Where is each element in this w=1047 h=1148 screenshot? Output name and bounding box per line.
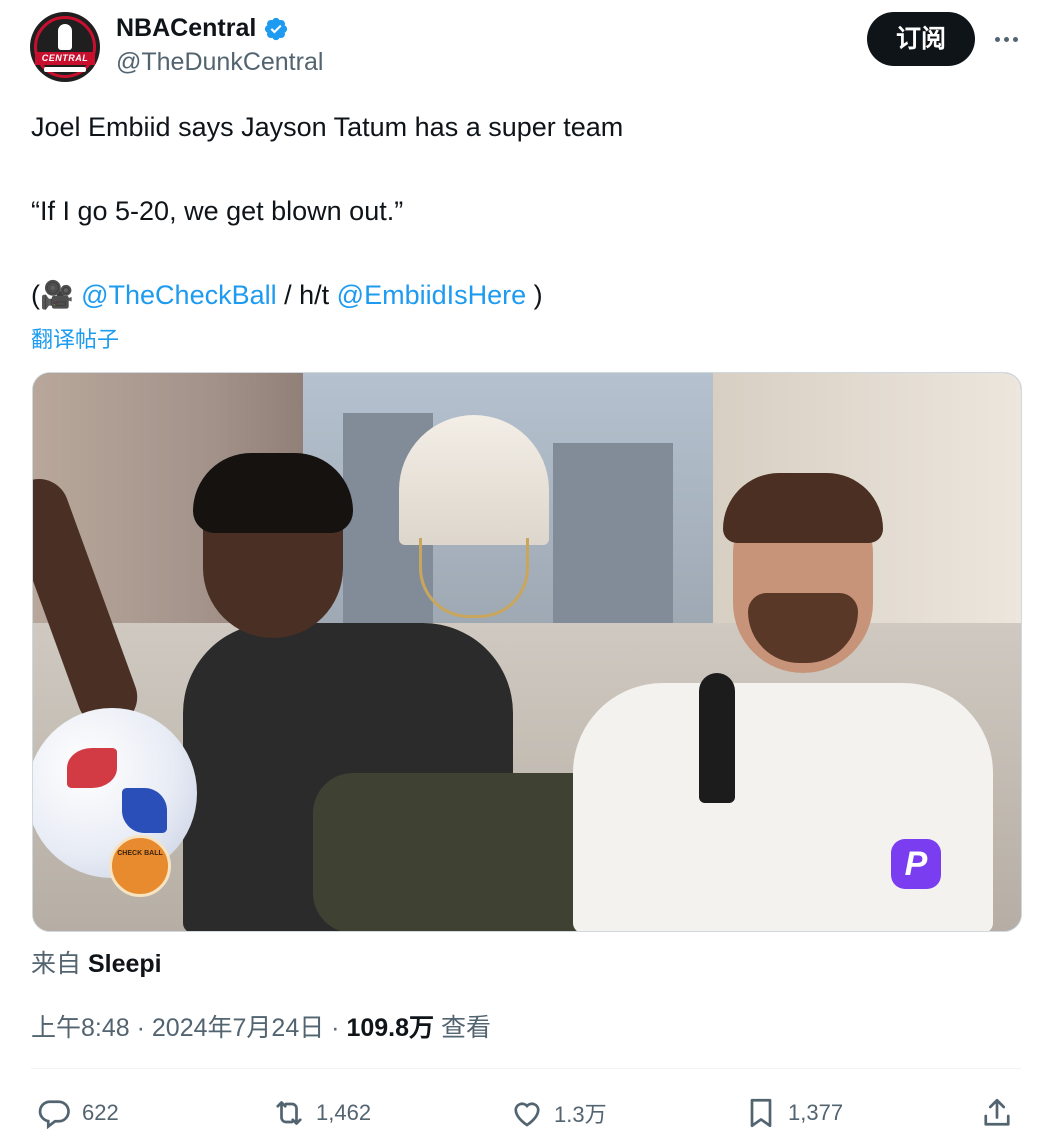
source-prefix: 来自 xyxy=(31,950,82,978)
like-count: 1.3万 xyxy=(554,1102,607,1127)
reply-icon xyxy=(38,1100,70,1130)
media-source: 来自 Sleepi xyxy=(31,944,162,980)
more-dot xyxy=(994,36,1000,42)
view-count: 109.8万 xyxy=(346,1014,434,1042)
subscribe-button[interactable]: 订阅 xyxy=(867,12,975,66)
author-handle[interactable]: @TheDunkCentral xyxy=(116,48,323,77)
avatar[interactable]: CENTRAL xyxy=(30,12,100,82)
view-label: 查看 xyxy=(440,1014,491,1042)
bookmark-count: 1,377 xyxy=(788,1100,844,1125)
retweet-icon xyxy=(276,1101,302,1125)
bookmark-icon xyxy=(750,1098,772,1128)
tweet-line-3-close: ) xyxy=(526,280,543,310)
share-icon xyxy=(984,1098,1010,1126)
media-microphone xyxy=(699,673,735,803)
reply-count: 622 xyxy=(82,1100,119,1125)
ball-panel xyxy=(67,748,117,788)
sleepi-logo-icon: P xyxy=(891,839,941,889)
checkball-logo-icon xyxy=(109,835,171,897)
tweet-line-2: “If I go 5-20, we get blown out.” xyxy=(31,196,404,226)
source-name[interactable]: Sleepi xyxy=(88,950,162,978)
author-display-name-row[interactable]: NBACentral xyxy=(116,12,323,45)
retweet-button[interactable]: 1,462 xyxy=(271,1086,371,1140)
tweet-line-3: (🎥 @TheCheckBall / h/t @EmbiidIsHere ) xyxy=(31,278,543,312)
avatar-banner: CENTRAL xyxy=(35,52,95,65)
checkball-logo-text: CHECK BALL xyxy=(117,850,163,857)
more-options-icon[interactable] xyxy=(989,22,1023,56)
mention-link[interactable]: @EmbiidIsHere xyxy=(337,280,526,310)
verified-badge-icon xyxy=(265,17,288,40)
media-building xyxy=(553,443,673,623)
mention-link[interactable]: @TheCheckBall xyxy=(81,280,277,310)
tweet-line-3-open: (🎥 xyxy=(31,280,82,310)
media-person-right-body xyxy=(573,683,993,931)
retweet-count: 1,462 xyxy=(316,1100,372,1125)
author-names: NBACentral @TheDunkCentral xyxy=(116,12,323,77)
translate-post-link[interactable]: 翻译帖子 xyxy=(31,322,119,354)
divider xyxy=(31,1068,1021,1069)
tweet-meta: 上午8:48 · 2024年7月24日 · 109.8万 查看 xyxy=(31,1014,491,1042)
reply-button[interactable]: 622 xyxy=(37,1086,119,1140)
media-person-right-hair xyxy=(723,473,883,543)
tweet-line-1: Joel Embiid says Jayson Tatum has a supe… xyxy=(31,112,624,142)
action-bar: 622 1,462 1.3万 1,377 xyxy=(31,1086,1021,1140)
video-player[interactable]: CHECK BALL P xyxy=(32,372,1022,932)
tweet-time[interactable]: 上午8:48 xyxy=(31,1014,130,1042)
tweet-date[interactable]: 2024年7月24日 xyxy=(152,1014,324,1042)
ball-panel xyxy=(122,788,167,833)
tweet-line-3-mid: / h/t xyxy=(276,280,337,310)
like-button[interactable]: 1.3万 xyxy=(509,1086,607,1140)
tweet-header: CENTRAL NBACentral @TheDunkCentral 订阅 xyxy=(30,12,1025,82)
author-display-name[interactable]: NBACentral xyxy=(116,14,256,43)
avatar-stripe xyxy=(44,67,86,72)
more-dot xyxy=(1012,36,1018,42)
more-dot xyxy=(1003,36,1009,42)
bookmark-button[interactable]: 1,377 xyxy=(743,1086,843,1140)
avatar-player-silhouette xyxy=(58,24,72,50)
share-button[interactable] xyxy=(979,1086,1015,1140)
media-person-left-hair xyxy=(193,453,353,533)
like-heart-icon xyxy=(514,1102,540,1127)
